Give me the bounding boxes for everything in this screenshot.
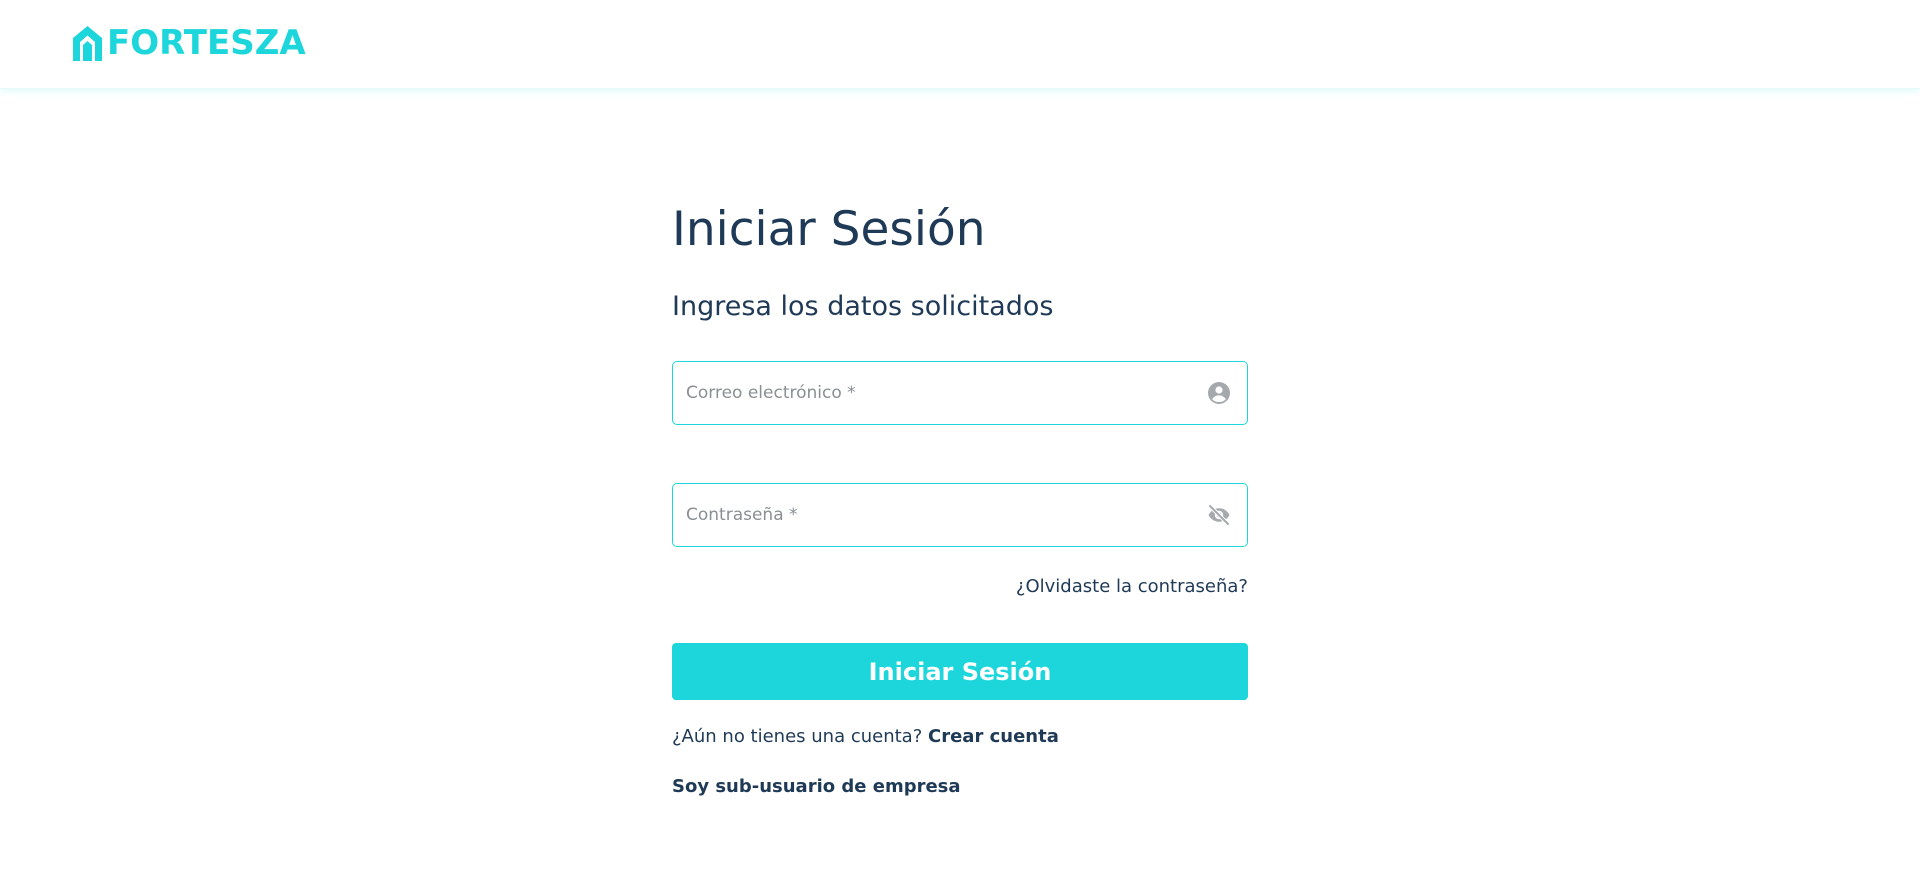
top-header: FORTESZA [0,0,1920,89]
email-field[interactable] [686,362,1176,423]
page-title: Iniciar Sesión [672,202,986,257]
brand-name: FORTESZA [107,23,306,63]
email-field-container [672,361,1248,425]
account-circle-icon [1208,382,1230,404]
page-subtitle: Ingresa los datos solicitados [672,291,1054,322]
sub-user-link[interactable]: Soy sub-usuario de empresa [672,775,961,799]
register-prompt: ¿Aún no tienes una cuenta? Crear cuenta [672,725,1059,749]
eye-off-icon[interactable] [1207,503,1231,527]
create-account-link[interactable]: Crear cuenta [928,726,1059,747]
forgot-password-link[interactable]: ¿Olvidaste la contraseña? [1016,575,1248,599]
password-field-container [672,483,1248,547]
login-button[interactable]: Iniciar Sesión [672,643,1248,700]
no-account-text: ¿Aún no tienes una cuenta? [672,726,923,747]
brand-logo[interactable]: FORTESZA [70,22,306,64]
house-logo-icon [73,26,102,61]
password-field[interactable] [686,484,1176,545]
